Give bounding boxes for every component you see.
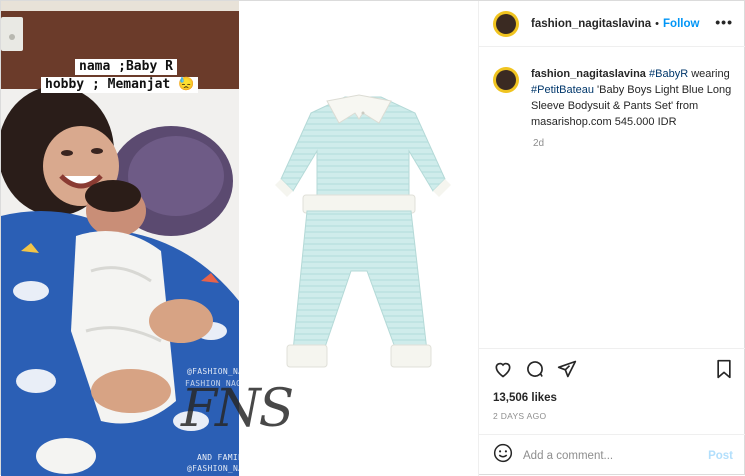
more-options-icon[interactable]: ••• [715, 14, 733, 30]
smiley-icon[interactable] [493, 443, 513, 468]
bookmark-icon[interactable] [715, 359, 733, 384]
comment-icon[interactable] [525, 359, 545, 384]
avatar[interactable] [493, 10, 519, 37]
post-button[interactable]: Post [708, 450, 733, 462]
post-header: fashion_nagitaslavina • Follow ••• [479, 1, 745, 47]
post-media[interactable]: nama ;Baby R hobby ; Memanjat 😓 @FASHION… [1, 1, 478, 476]
caption-age: 2d [533, 138, 545, 149]
add-comment-bar: Post [479, 434, 745, 476]
post-timestamp[interactable]: 2 DAYS AGO [493, 411, 546, 421]
watermark-handle-bottom: @FASHION_NAGITASLAVINA [187, 464, 300, 473]
caption-username[interactable]: fashion_nagitaslavina [531, 68, 646, 80]
heart-icon[interactable] [493, 359, 513, 384]
instagram-post: nama ;Baby R hobby ; Memanjat 😓 @FASHION… [0, 0, 745, 476]
likes-count[interactable]: 13,506 likes [493, 392, 557, 404]
comment-input[interactable] [523, 449, 703, 462]
follow-button[interactable]: Follow [663, 18, 699, 30]
watermark-handle-top: @FASHION_NAGITASLAVINA [187, 367, 300, 376]
photo-caption-line-2: hobby ; Memanjat 😓 [41, 77, 199, 93]
caption-comment: fashion_nagitaslavina #BabyR wearing #Pe… [493, 66, 733, 130]
caption-area: fashion_nagitaslavina #BabyR wearing #Pe… [479, 48, 745, 348]
caption-text: fashion_nagitaslavina #BabyR wearing #Pe… [531, 66, 733, 130]
hashtag-babyr[interactable]: #BabyR [649, 68, 688, 80]
caption-text-1: wearing [688, 68, 730, 80]
header-username[interactable]: fashion_nagitaslavina [531, 18, 651, 30]
separator-dot: • [655, 17, 660, 30]
post-sidebar: fashion_nagitaslavina • Follow ••• fashi… [478, 1, 745, 476]
share-icon[interactable] [557, 359, 577, 384]
photo-caption-line-1: nama ;Baby R [75, 59, 177, 75]
hashtag-petitbateau[interactable]: #PetitBateau [531, 84, 594, 96]
watermark-subtitle: AND FAMILY [197, 453, 249, 462]
watermark-logo: FNS [181, 379, 294, 439]
action-bar [479, 348, 745, 388]
caption-avatar[interactable] [493, 67, 519, 93]
